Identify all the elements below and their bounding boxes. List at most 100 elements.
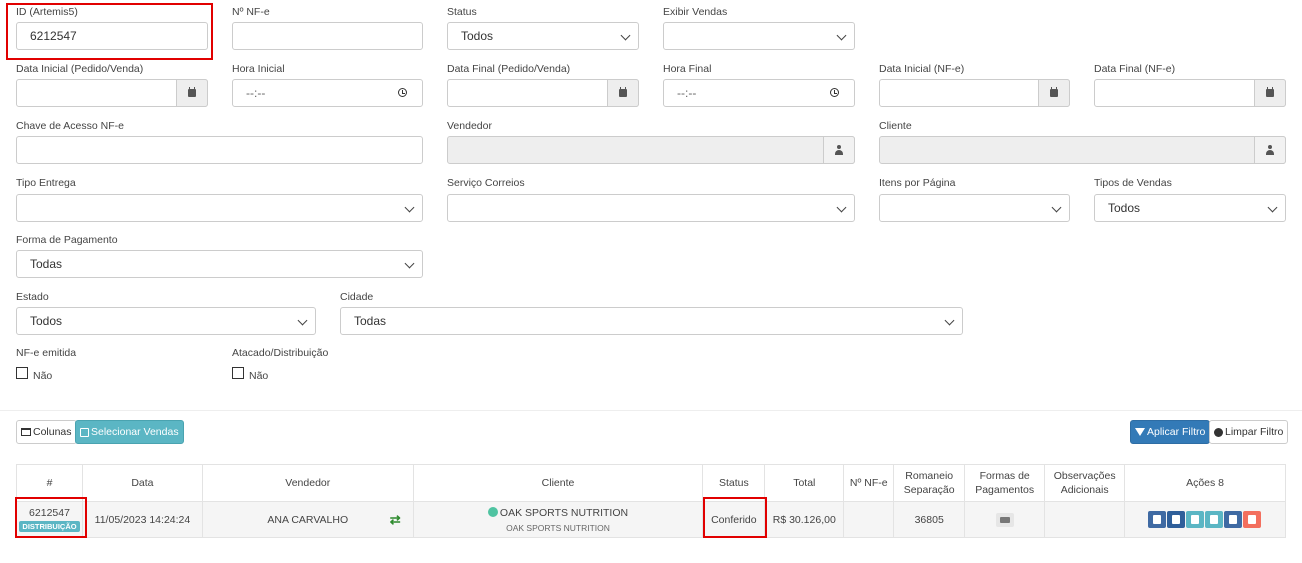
status-label: Status [447, 6, 477, 18]
col-header-number[interactable]: # [16, 464, 83, 502]
items-per-page-label: Itens por Página [879, 177, 956, 189]
status-select-value: Todos [461, 29, 494, 43]
col-header-customer[interactable]: Cliente [412, 464, 704, 502]
map-marker-icon[interactable] [1186, 511, 1205, 528]
status-dot-icon [487, 506, 498, 517]
wholesale-checkbox[interactable] [232, 367, 244, 379]
wholesale-option: Não [249, 370, 269, 382]
nfe-start-date-input[interactable] [879, 79, 1070, 107]
items-per-page-select[interactable] [879, 194, 1070, 222]
calendar-button[interactable] [607, 79, 639, 107]
chevron-down-icon [836, 30, 847, 41]
state-value: Todos [30, 314, 63, 328]
clear-filter-button[interactable]: Limpar Filtro [1209, 420, 1289, 444]
customer-input[interactable] [879, 136, 1286, 164]
payment-method-select[interactable]: Todas [16, 250, 423, 278]
delivery-type-label: Tipo Entrega [16, 177, 76, 189]
clock-icon [398, 88, 407, 97]
nfe-issued-label: NF-e emitida [16, 347, 77, 359]
chevron-down-icon [1051, 202, 1062, 213]
start-time-value: --:-- [246, 86, 266, 100]
city-select[interactable]: Todas [340, 307, 963, 335]
row-nf [843, 501, 895, 538]
id-artemis-input[interactable]: 6212547 [16, 22, 208, 50]
col-header-payments[interactable]: Formas de Pagamentos [964, 464, 1046, 502]
show-sales-label: Exibir Vendas [663, 6, 728, 18]
city-value: Todas [354, 314, 387, 328]
trash-icon[interactable] [1243, 511, 1262, 528]
table-header-row: # Data Vendedor Cliente Status Total Nº … [16, 464, 1286, 502]
sale-types-label: Tipos de Vendas [1094, 177, 1172, 189]
columns-icon [21, 428, 31, 436]
file-icon[interactable] [1205, 511, 1224, 528]
post-service-select[interactable] [447, 194, 855, 222]
row-romaneio: 36805 [893, 501, 966, 538]
row-payments-cell [964, 501, 1046, 538]
col-header-seller[interactable]: Vendedor [201, 464, 414, 502]
nfe-end-date-input[interactable] [1094, 79, 1286, 107]
col-header-notes[interactable]: Observações Adicionais [1044, 464, 1126, 502]
nfe-start-date-label: Data Inicial (NF-e) [879, 63, 965, 75]
calendar-button[interactable] [1038, 79, 1070, 107]
nfe-issued-checkbox[interactable] [16, 367, 28, 379]
select-sales-button[interactable]: Selecionar Vendas [75, 420, 184, 444]
list-icon[interactable] [1148, 511, 1167, 528]
columns-button-label: Colunas [33, 426, 72, 438]
user-icon [834, 145, 844, 155]
id-card-icon[interactable] [1224, 511, 1243, 528]
col-header-romaneio[interactable]: Romaneio Separação [893, 464, 966, 502]
chevron-down-icon [1267, 202, 1278, 213]
sale-types-value: Todos [1108, 201, 1141, 215]
end-time-label: Hora Final [663, 63, 712, 75]
columns-button[interactable]: Colunas [16, 420, 77, 444]
chevron-down-icon [620, 30, 631, 41]
apply-filter-button[interactable]: Aplicar Filtro [1130, 420, 1211, 444]
end-date-input[interactable] [447, 79, 639, 107]
end-time-input[interactable]: --:-- [663, 79, 855, 107]
state-select[interactable]: Todos [16, 307, 316, 335]
sale-types-select[interactable]: Todos [1094, 194, 1286, 222]
col-header-notes-line2: Adicionais [1060, 484, 1109, 496]
col-header-total[interactable]: Total [764, 464, 845, 502]
post-service-label: Serviço Correios [447, 177, 525, 189]
seller-input[interactable] [447, 136, 855, 164]
access-key-label: Chave de Acesso NF-e [16, 120, 124, 132]
calendar-button[interactable] [1254, 79, 1286, 107]
row-customer-sub: OAK SPORTS NUTRITION [506, 522, 610, 533]
transfer-icon[interactable]: ⇄ [390, 512, 401, 528]
col-header-notes-line1: Observações [1053, 470, 1116, 482]
col-header-romaneio-line2: Separação [903, 484, 955, 496]
wholesale-label: Atacado/Distribuição [232, 347, 329, 359]
table-row[interactable]: 6212547 DISTRIBUIÇÃO 11/05/2023 14:24:24… [16, 501, 1286, 538]
show-sales-select[interactable] [663, 22, 855, 50]
col-header-status[interactable]: Status [702, 464, 766, 502]
nf-number-input[interactable] [232, 22, 423, 50]
chevron-down-icon [297, 315, 308, 326]
chevron-down-icon [404, 258, 415, 269]
customer-search-button[interactable] [1254, 136, 1286, 164]
delivery-type-select[interactable] [16, 194, 423, 222]
calendar-icon [1050, 87, 1058, 97]
status-select[interactable]: Todos [447, 22, 639, 50]
seller-search-button[interactable] [823, 136, 855, 164]
apply-filter-button-label: Aplicar Filtro [1147, 426, 1206, 438]
col-header-date[interactable]: Data [81, 464, 203, 502]
credit-card-icon[interactable] [995, 512, 1014, 527]
row-actions-cell [1124, 501, 1286, 538]
end-time-value: --:-- [677, 86, 697, 100]
row-date: 11/05/2023 14:24:24 [81, 501, 203, 538]
start-date-input[interactable] [16, 79, 208, 107]
city-label: Cidade [340, 291, 374, 303]
close-circle-icon [1214, 427, 1223, 437]
col-header-nf[interactable]: Nº NF-e [843, 464, 895, 502]
user-icon [1265, 145, 1275, 155]
tag-icon[interactable] [1167, 511, 1186, 528]
select-sales-button-label: Selecionar Vendas [91, 426, 179, 438]
access-key-input[interactable] [16, 136, 423, 164]
row-id-cell: 6212547 DISTRIBUIÇÃO [16, 501, 83, 538]
row-notes [1044, 501, 1126, 538]
chevron-down-icon [836, 202, 847, 213]
start-time-input[interactable]: --:-- [232, 79, 423, 107]
seller-label: Vendedor [447, 120, 492, 132]
calendar-button[interactable] [176, 79, 208, 107]
